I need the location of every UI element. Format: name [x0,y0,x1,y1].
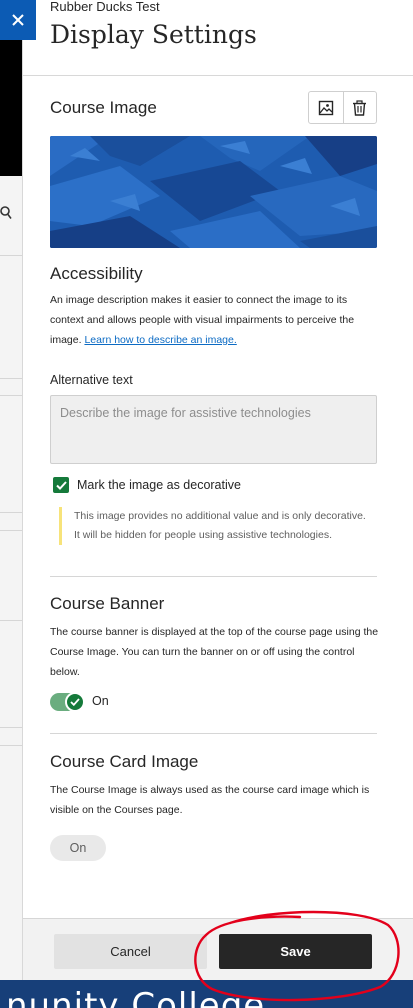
trash-icon [353,99,367,116]
cancel-button[interactable]: Cancel [54,934,207,969]
banner-toggle-label: On [92,694,109,708]
change-image-button[interactable] [309,92,343,123]
decorative-checkbox[interactable] [53,477,69,493]
describe-image-link[interactable]: Learn how to describe an image. [84,334,236,346]
background-divider [0,727,22,728]
decorative-label: Mark the image as decorative [77,478,241,492]
course-card-description: The Course Image is always used as the c… [50,784,370,816]
banner-toggle[interactable] [50,692,85,712]
background-divider [0,530,22,531]
accessibility-description: An image description makes it easier to … [50,290,380,350]
alt-text-label: Alternative text [50,373,133,387]
background-search-icon [0,206,12,223]
course-card-heading: Course Card Image [50,752,199,771]
background-divider [0,255,22,256]
decorative-checkbox-row[interactable]: Mark the image as decorative [53,477,241,493]
close-button[interactable] [0,0,36,40]
background-footer-text: nunity College [6,986,266,1008]
delete-image-button[interactable] [342,92,377,123]
save-button[interactable]: Save [219,934,372,969]
course-card-status-badge: On [50,835,106,861]
background-divider [0,378,22,379]
display-settings-panel: Rubber Ducks Test Display Settings Cours… [22,0,413,980]
background-footer: nunity College [0,980,413,1008]
image-icon [318,100,333,115]
course-image-heading: Course Image [50,98,157,117]
decorative-note: This image provides no additional value … [59,507,369,545]
image-actions [308,91,377,124]
background-divider [0,745,22,746]
background-page [0,0,22,1008]
background-divider [0,512,22,513]
section-divider [50,576,377,577]
background-divider [0,395,22,396]
course-banner-heading: Course Banner [50,594,165,613]
course-banner-description: The course banner is displayed at the to… [50,626,379,678]
checkmark-icon [55,480,67,490]
panel-header: Rubber Ducks Test Display Settings [23,0,413,76]
close-icon [12,14,24,26]
toggle-knob [65,692,85,712]
checkmark-icon [70,698,80,706]
alt-text-field[interactable] [50,395,377,464]
accessibility-heading: Accessibility [50,264,143,283]
course-name: Rubber Ducks Test [50,0,160,14]
course-image [50,136,377,248]
panel-footer: Cancel Save [23,918,413,980]
section-divider [50,733,377,734]
background-divider [0,620,22,621]
page-title: Display Settings [50,20,257,49]
